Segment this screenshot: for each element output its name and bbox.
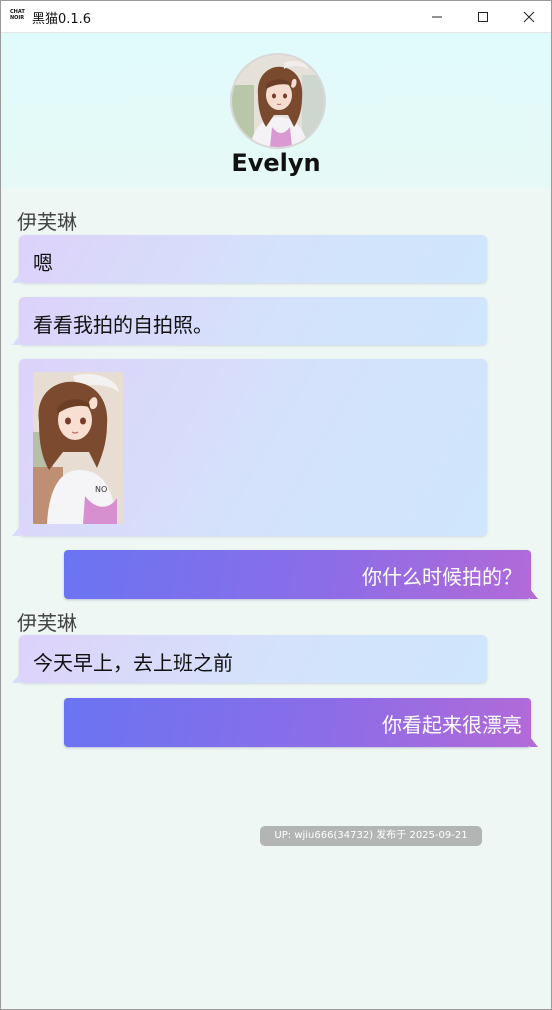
selfie-photo[interactable]: NO — [33, 372, 123, 524]
close-icon — [523, 11, 535, 22]
message-text: 你看起来很漂亮 — [382, 713, 522, 737]
message-text: 看看我拍的自拍照。 — [33, 313, 213, 337]
incoming-image-message[interactable]: NO — [12, 359, 487, 536]
minimize-button[interactable] — [414, 1, 460, 32]
outgoing-message[interactable]: 你什么时候拍的？ — [64, 550, 538, 599]
outgoing-message[interactable]: 你看起来很漂亮 — [64, 698, 538, 747]
incoming-message[interactable]: 嗯 — [12, 235, 487, 283]
maximize-button[interactable] — [460, 1, 506, 32]
avatar[interactable] — [230, 53, 326, 149]
profile-name: Evelyn — [231, 149, 321, 177]
sender-name: 伊芙琳 — [17, 611, 77, 635]
selfie-image: NO — [33, 372, 123, 524]
title-bar[interactable]: CHAT NOIR 黑猫0.1.6 — [1, 1, 551, 33]
window-title: 黑猫0.1.6 — [32, 12, 92, 27]
app-logo: CHAT NOIR — [10, 9, 25, 21]
sender-name: 伊芙琳 — [17, 210, 77, 234]
message-text: 今天早上，去上班之前 — [33, 651, 233, 675]
incoming-message[interactable]: 看看我拍的自拍照。 — [12, 297, 487, 345]
avatar-portrait — [232, 55, 324, 147]
maximize-icon — [478, 11, 488, 22]
uploader-watermark: UP: wjiu666(34732) 发布于 2025-09-21 — [260, 826, 482, 846]
minimize-icon — [432, 16, 442, 17]
message-text: 你什么时候拍的？ — [362, 565, 522, 589]
message-text: 嗯 — [33, 251, 53, 275]
incoming-message[interactable]: 今天早上，去上班之前 — [12, 635, 487, 683]
close-button[interactable] — [506, 1, 551, 32]
svg-text:NO: NO — [95, 485, 107, 494]
app-window: CHAT NOIR 黑猫0.1.6 Evelyn 伊芙琳 嗯 看看我拍的自拍照。… — [0, 0, 552, 1010]
